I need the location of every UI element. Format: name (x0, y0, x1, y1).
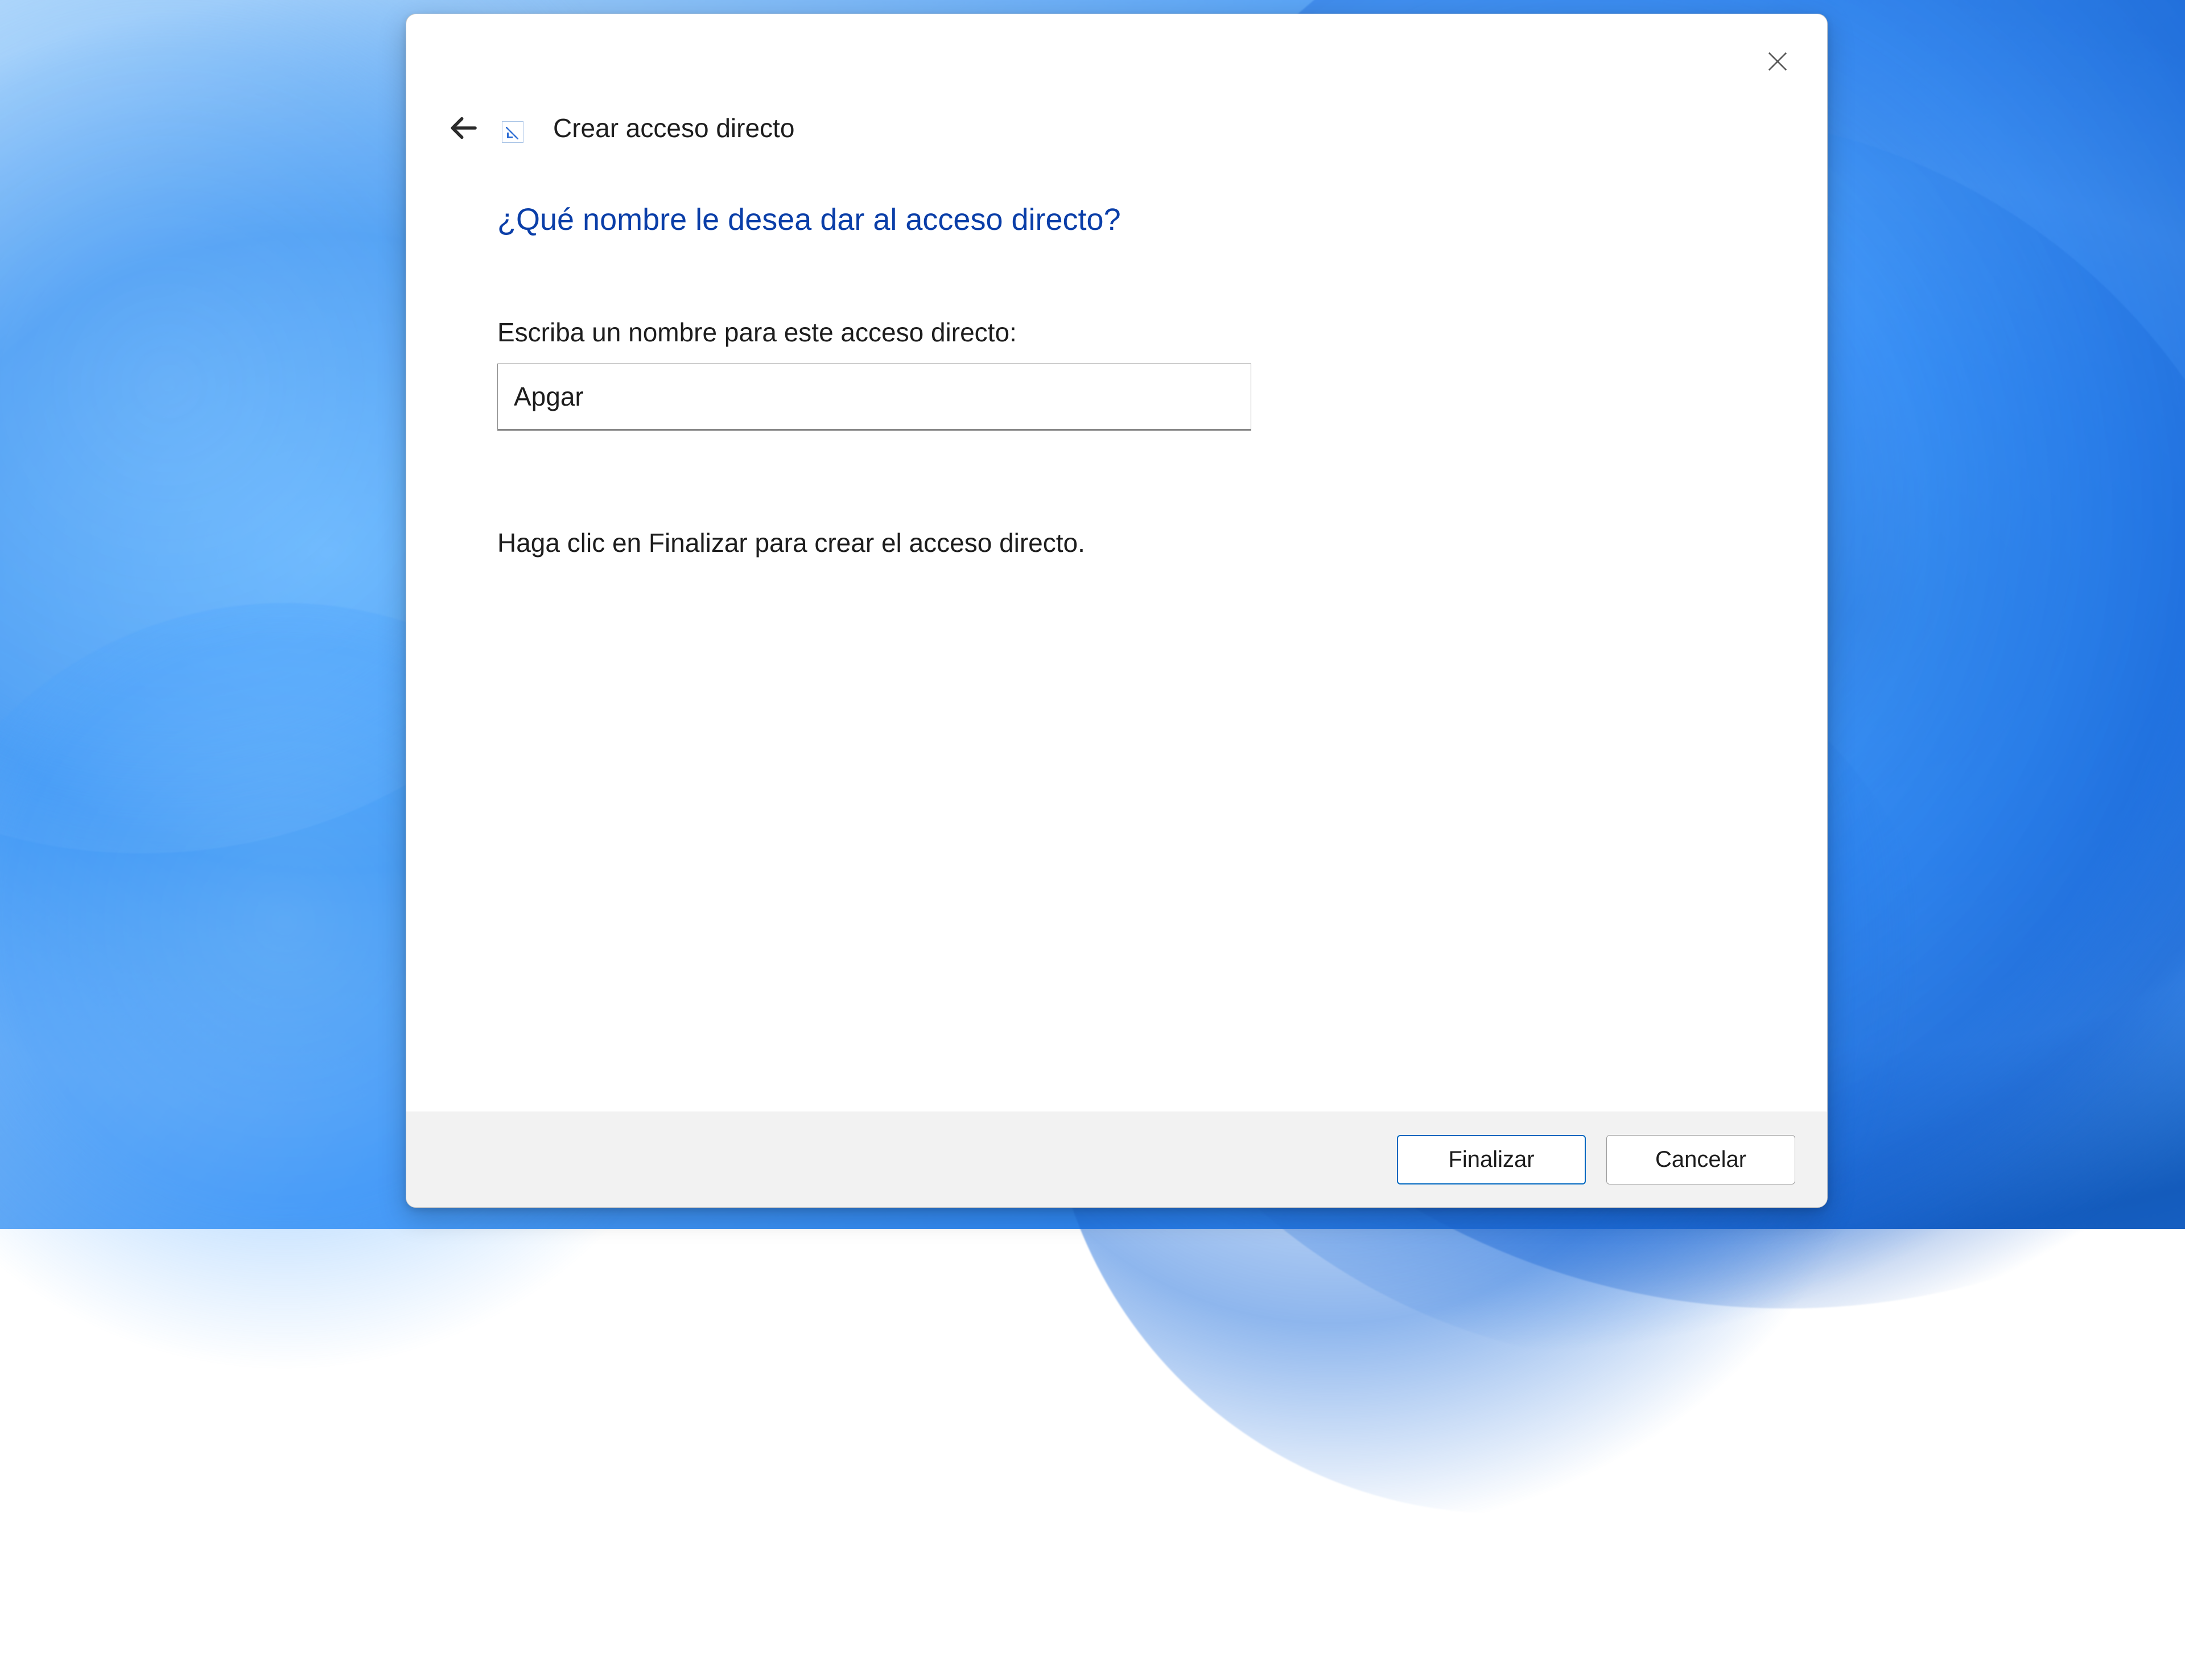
cancel-button[interactable]: Cancelar (1606, 1135, 1795, 1184)
shortcut-overlay-icon (502, 121, 523, 143)
create-shortcut-dialog: Crear acceso directo ¿Qué nombre le dese… (406, 14, 1828, 1208)
shortcut-name-input[interactable] (497, 364, 1251, 431)
name-field-label: Escriba un nombre para este acceso direc… (497, 317, 1736, 348)
back-button[interactable] (440, 105, 486, 151)
finish-instruction: Haga clic en Finalizar para crear el acc… (497, 527, 1736, 558)
finish-button[interactable]: Finalizar (1397, 1135, 1586, 1184)
close-button[interactable] (1752, 36, 1803, 87)
arrow-left-icon (447, 112, 479, 144)
dialog-footer: Finalizar Cancelar (406, 1112, 1827, 1207)
page-heading: ¿Qué nombre le desea dar al acceso direc… (497, 202, 1736, 237)
dialog-content: ¿Qué nombre le desea dar al acceso direc… (406, 151, 1827, 1112)
dialog-header: Crear acceso directo (406, 14, 1827, 151)
close-icon (1767, 51, 1788, 72)
dialog-title: Crear acceso directo (553, 113, 794, 143)
